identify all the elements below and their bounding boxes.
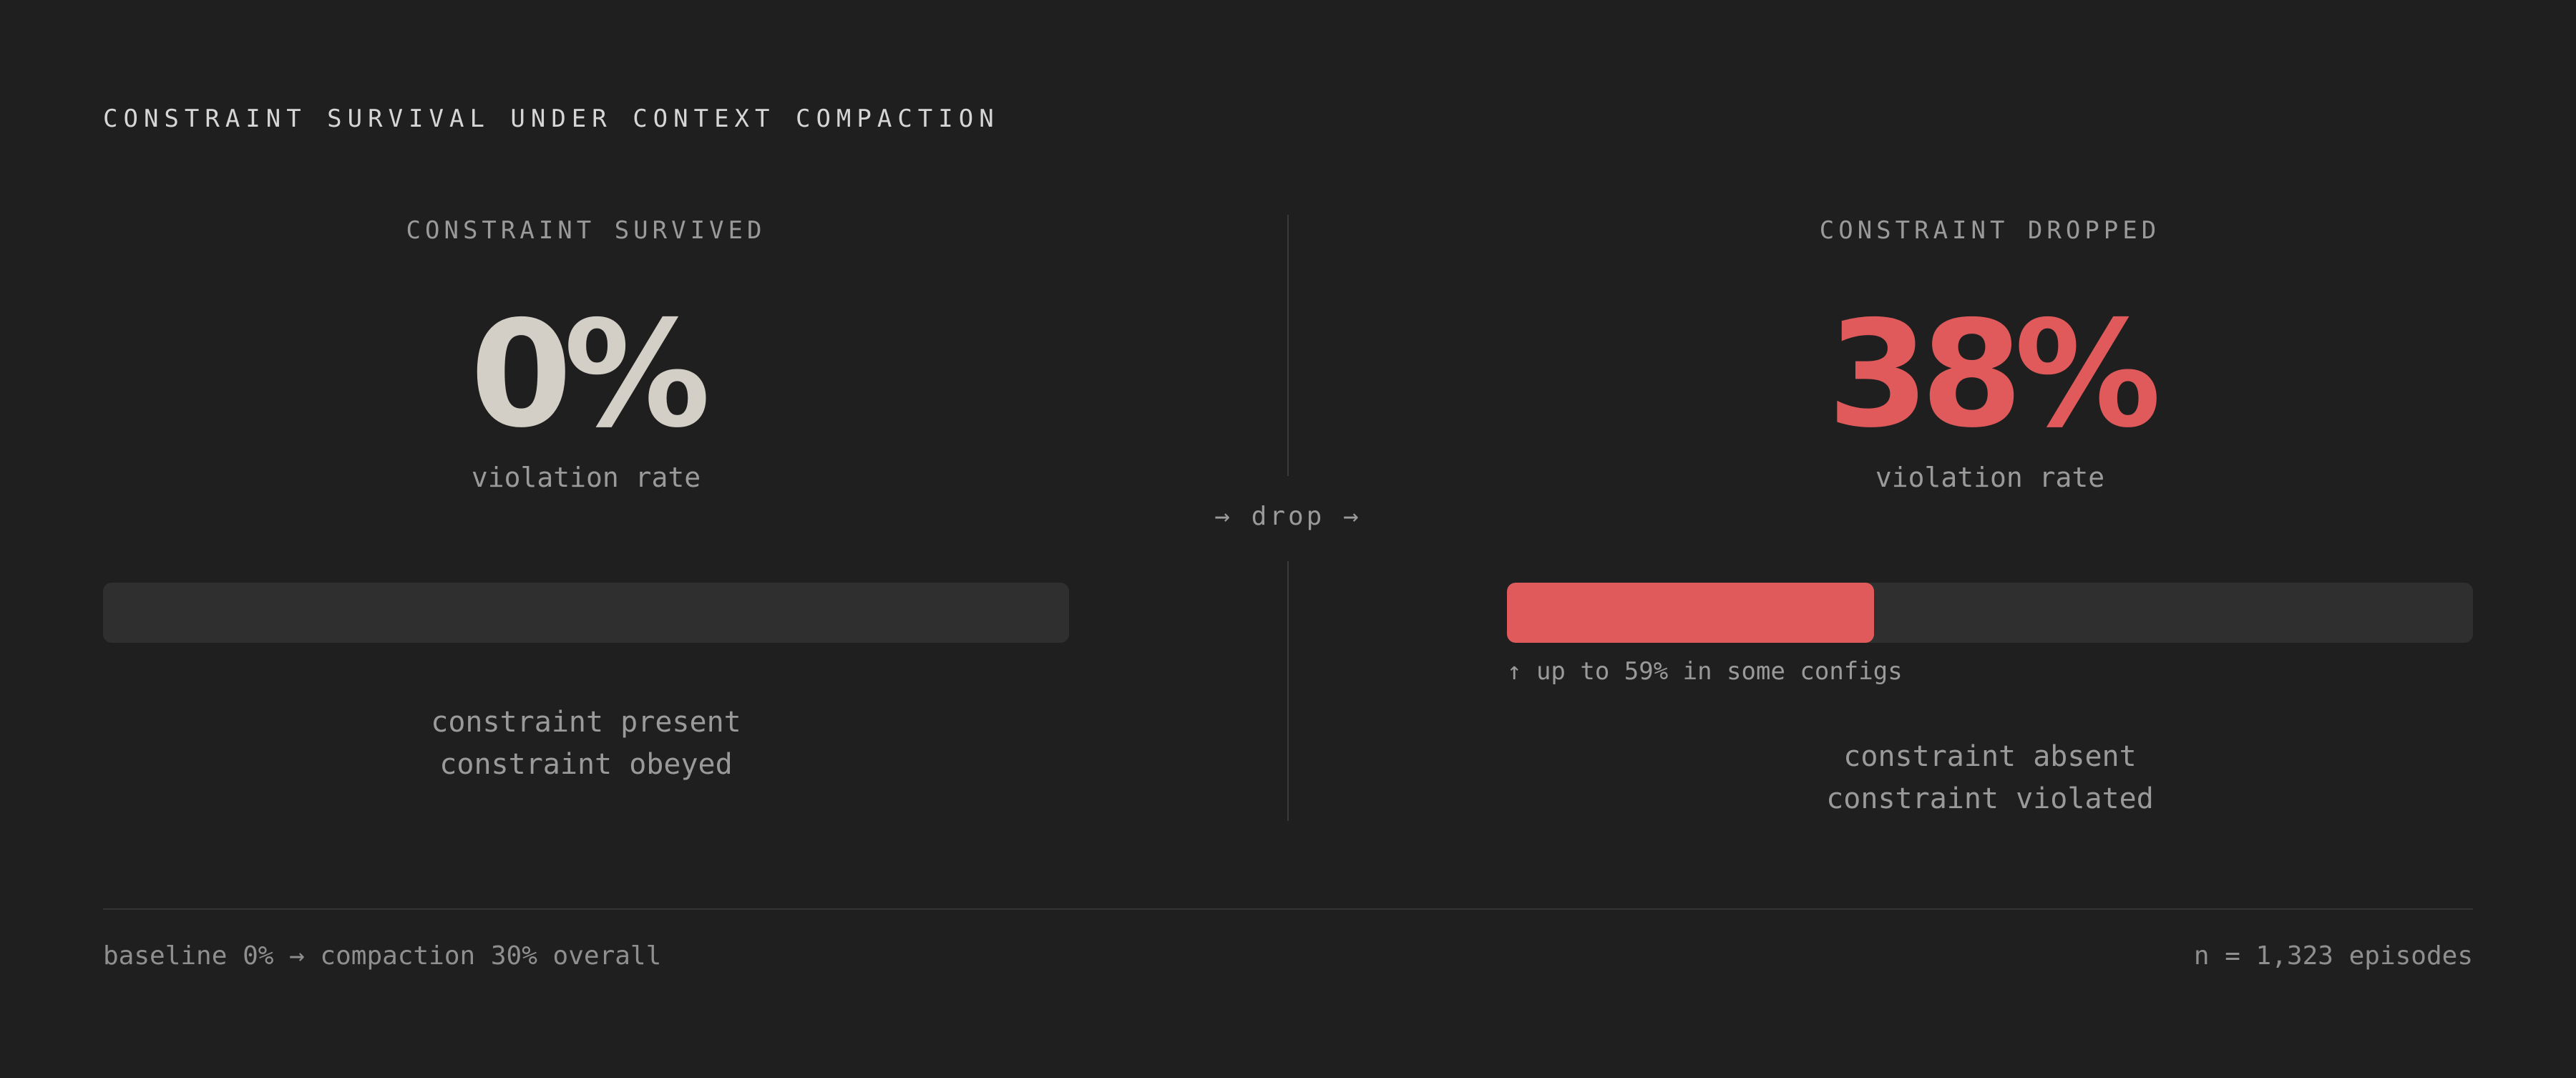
divider-line-bottom <box>1287 561 1289 821</box>
survived-heading: CONSTRAINT SURVIVED <box>406 216 766 245</box>
dropped-description: constraint absent constraint violated <box>1507 736 2473 820</box>
dropped-progress-track <box>1507 583 2473 643</box>
survived-violation-rate-value: 0% <box>469 290 711 460</box>
dropped-heading: CONSTRAINT DROPPED <box>1819 216 2161 245</box>
divider-line-top <box>1287 215 1289 476</box>
dropped-description-line-1: constraint absent <box>1843 740 2137 773</box>
survived-description-line-2: constraint obeyed <box>439 748 733 781</box>
footer-sample-size: n = 1,323 episodes <box>2193 941 2473 971</box>
survived-progress-track <box>103 583 1069 643</box>
survived-panel: CONSTRAINT SURVIVED 0% violation rate co… <box>103 212 1069 781</box>
dropped-violation-rate-label: violation rate <box>1875 462 2105 493</box>
survived-description: constraint present constraint obeyed <box>103 701 1069 786</box>
dropped-violation-rate-value: 38% <box>1827 290 2162 460</box>
dropped-panel: CONSTRAINT DROPPED 38% violation rate ↑ … <box>1507 212 2473 815</box>
footer-summary: baseline 0% → compaction 30% overall <box>103 941 662 971</box>
survived-violation-rate-label: violation rate <box>471 462 701 493</box>
dropped-description-line-2: constraint violated <box>1826 782 2154 815</box>
footer-divider <box>103 908 2473 910</box>
dropped-progress-fill <box>1507 583 1874 643</box>
dropped-max-note: ↑ up to 59% in some configs <box>1507 657 1903 686</box>
drop-label: → drop → <box>1214 502 1362 531</box>
survived-description-line-1: constraint present <box>431 706 741 739</box>
page-title: CONSTRAINT SURVIVAL UNDER CONTEXT COMPAC… <box>103 105 1000 133</box>
